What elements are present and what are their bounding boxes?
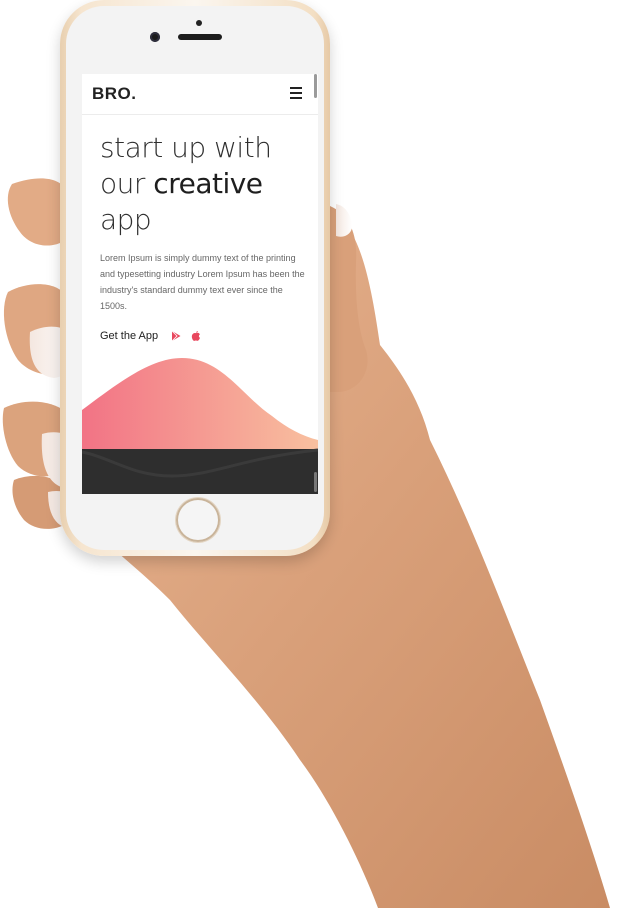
hero-heading: start up with our creative app <box>100 130 310 238</box>
gradient-wave-graphic <box>82 358 318 494</box>
google-play-icon[interactable] <box>170 330 182 342</box>
hero-line-3: app <box>100 203 152 236</box>
hero-line-2-prefix: our <box>100 167 154 200</box>
earpiece-speaker <box>178 34 222 40</box>
hero-emphasis: creative <box>153 167 263 200</box>
phone-screen: BRO. start up with our creative app Lore… <box>82 74 318 494</box>
brand-logo[interactable]: BRO. <box>92 84 137 104</box>
sensor-dot <box>196 20 202 26</box>
hero-line-2: our creative <box>100 166 310 202</box>
phone-face: BRO. start up with our creative app Lore… <box>66 6 324 550</box>
scrollbar-thumb-bottom[interactable] <box>314 472 317 492</box>
hero-line-1: start up with <box>100 131 272 164</box>
hero-description: Lorem Ipsum is simply dummy text of the … <box>100 253 305 311</box>
get-the-app-link[interactable]: Get the App <box>100 330 158 342</box>
home-button[interactable] <box>176 498 220 542</box>
top-navbar: BRO. <box>82 74 318 115</box>
apple-icon[interactable] <box>190 330 202 342</box>
front-camera-icon <box>150 32 160 42</box>
get-app-row: Get the App <box>100 328 202 344</box>
phone-frame: BRO. start up with our creative app Lore… <box>60 0 330 556</box>
hamburger-menu-icon[interactable] <box>290 87 302 99</box>
scrollbar-thumb[interactable] <box>314 74 317 98</box>
